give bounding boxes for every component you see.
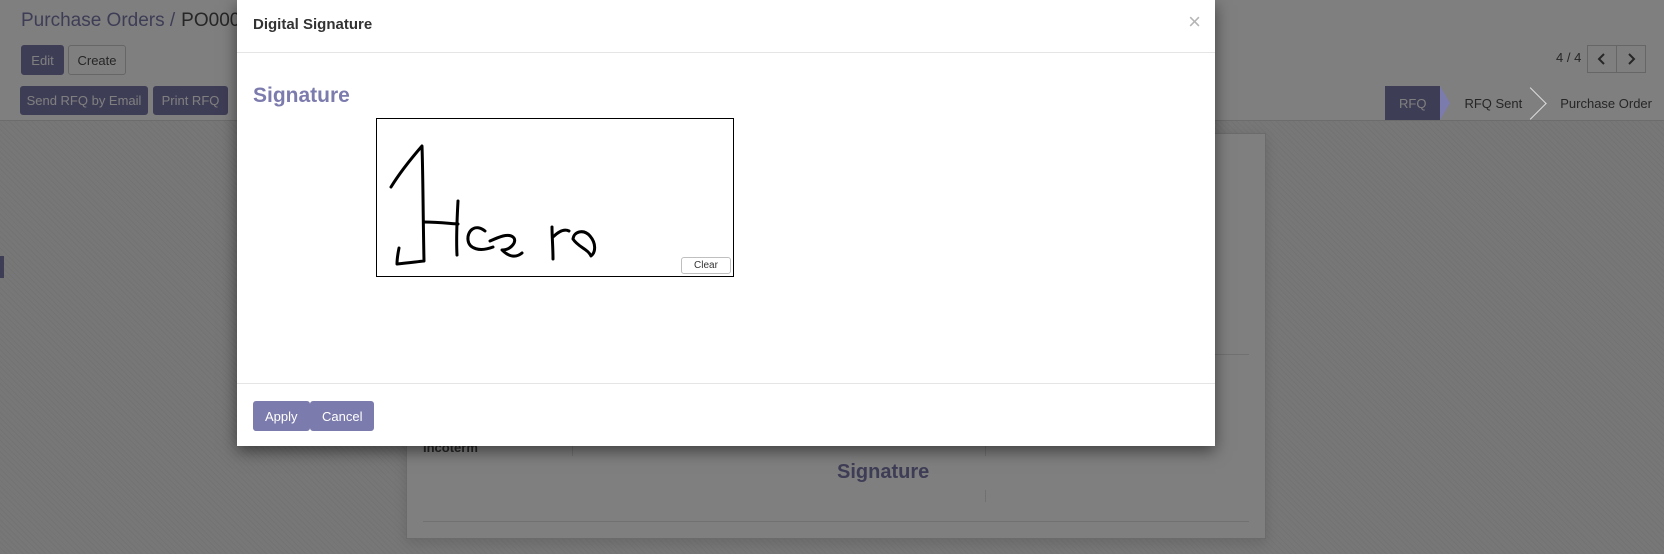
close-icon[interactable]: ×: [1188, 11, 1201, 33]
clear-signature-button[interactable]: Clear: [681, 257, 731, 274]
signature-pad[interactable]: Clear: [376, 118, 734, 277]
dialog-header: Digital Signature ×: [237, 0, 1215, 53]
digital-signature-dialog: Digital Signature × Signature Clear Appl…: [237, 0, 1215, 446]
signature-label: Signature: [253, 84, 350, 107]
handwritten-signature: [389, 144, 597, 266]
apply-button[interactable]: Apply: [253, 401, 310, 431]
dialog-footer: Apply Cancel: [237, 383, 1215, 447]
cancel-button[interactable]: Cancel: [310, 401, 375, 431]
dialog-title: Digital Signature: [253, 16, 373, 33]
